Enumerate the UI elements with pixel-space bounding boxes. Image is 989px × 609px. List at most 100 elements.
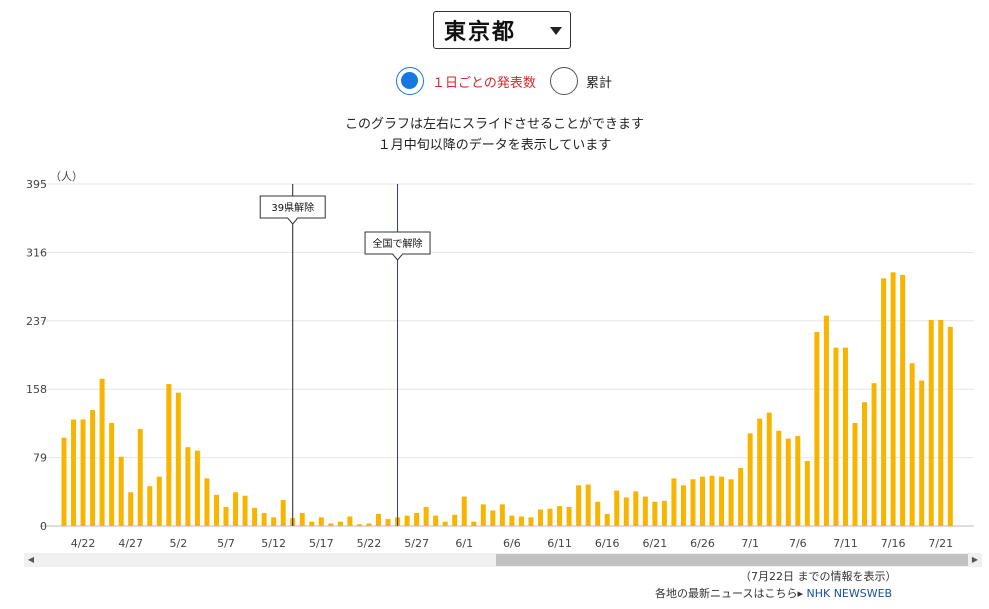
data-bar: [318, 517, 324, 526]
data-bar: [614, 490, 620, 526]
data-bar: [833, 347, 839, 526]
data-bar: [566, 506, 572, 526]
data-bar: [204, 478, 210, 526]
data-bar: [423, 506, 429, 526]
x-tick-label: 5/12: [261, 537, 286, 550]
data-bar: [814, 332, 820, 526]
data-bar: [538, 509, 543, 526]
data-bar: [213, 494, 219, 526]
y-tick-label: 0: [40, 520, 47, 533]
data-bar: [147, 486, 153, 526]
data-bar: [356, 524, 362, 526]
annotation-label: 39県解除: [271, 201, 314, 214]
data-bar: [175, 392, 181, 526]
data-bar: [490, 510, 496, 526]
data-bar: [709, 475, 715, 526]
data-bar: [499, 504, 505, 526]
data-bar: [881, 278, 887, 526]
data-bar: [194, 450, 200, 526]
data-bar: [347, 516, 353, 526]
data-bar: [452, 514, 458, 526]
data-bar: [385, 519, 391, 526]
scrollbar-thumb[interactable]: [496, 554, 968, 566]
data-bar: [728, 479, 734, 526]
data-bar: [719, 476, 725, 526]
range-note: １月中旬以降のデータを表示しています: [377, 138, 612, 153]
slide-note: このグラフは左右にスライドさせることができます: [344, 117, 644, 132]
data-bar: [137, 429, 143, 526]
x-tick-label: 7/21: [928, 537, 953, 550]
data-bar: [242, 495, 248, 526]
daily-cases-bar-chart[interactable]: 39県解除全国で解除 0 79 158 237 316 395 4/22 4/27 5/2 5/…: [0, 165, 989, 555]
radio-cumulative[interactable]: 累計: [550, 67, 612, 95]
radio-selected-icon[interactable]: [396, 67, 424, 95]
x-tick-label: 5/2: [170, 537, 188, 550]
x-tick-label: 7/1: [741, 537, 759, 550]
radio-cumulative-label: 累計: [586, 75, 613, 91]
data-bar: [700, 476, 706, 526]
data-bar: [747, 433, 753, 526]
data-bar: [128, 492, 134, 526]
prefecture-select-value: 東京都: [444, 20, 517, 45]
data-bar: [757, 418, 763, 526]
data-bar: [252, 507, 258, 526]
nhk-newsweb-link[interactable]: NHK NEWSWEB: [806, 587, 892, 600]
radio-unselected-icon[interactable]: [550, 67, 578, 95]
data-bar: [61, 437, 67, 526]
scroll-right-icon[interactable]: ▶: [968, 553, 982, 567]
data-bar: [900, 274, 906, 526]
data-bar: [233, 492, 239, 526]
x-tick-label: 6/11: [547, 537, 572, 550]
data-bar: [585, 484, 591, 526]
data-bar: [671, 478, 677, 526]
x-tick-label: 6/6: [503, 537, 521, 550]
x-tick-label: 6/16: [595, 537, 620, 550]
data-bar: [375, 513, 381, 526]
y-tick-label: 395: [26, 178, 47, 191]
radio-daily[interactable]: １日ごとの発表数: [396, 67, 536, 95]
radio-daily-label: １日ごとの発表数: [432, 75, 536, 91]
data-bar: [547, 508, 553, 526]
chevron-down-icon: [550, 27, 562, 35]
data-bar: [938, 319, 944, 526]
data-bar: [309, 521, 315, 526]
data-bar: [518, 516, 524, 526]
data-bar: [528, 517, 534, 526]
chart-horizontal-scrollbar[interactable]: ◀ ▶: [24, 553, 982, 567]
data-bar: [471, 521, 477, 526]
data-bar: [90, 409, 96, 526]
x-tick-label: 6/1: [455, 537, 473, 550]
data-bar: [766, 412, 772, 526]
data-bar: [595, 501, 601, 526]
data-bar: [271, 517, 277, 526]
data-bar: [118, 456, 124, 526]
data-bar: [328, 523, 334, 526]
data-bar: [557, 506, 563, 526]
data-bar: [919, 380, 925, 526]
x-tick-label: 5/7: [217, 537, 235, 550]
data-bar: [623, 497, 629, 526]
prefecture-select[interactable]: 東京都: [433, 11, 571, 49]
data-bar: [795, 435, 801, 526]
data-date-note: （7月22日 までの情報を表示）: [740, 570, 897, 583]
news-footer: 各地の最新ニュースはこちら▸ NHK NEWSWEB: [655, 585, 892, 601]
data-bar: [80, 419, 86, 526]
data-bar: [404, 515, 410, 526]
data-bar: [99, 378, 105, 526]
data-bar: [604, 513, 610, 526]
scroll-left-icon[interactable]: ◀: [24, 553, 38, 567]
data-bar: [661, 500, 667, 526]
data-bar: [337, 521, 343, 526]
data-bar: [652, 501, 658, 526]
data-bar: [680, 485, 686, 526]
x-tick-label: 5/22: [357, 537, 382, 550]
y-tick-label: 158: [26, 383, 47, 396]
data-bar: [280, 500, 286, 526]
data-bar: [871, 383, 877, 526]
y-tick-label: 316: [26, 246, 47, 259]
data-bar: [461, 496, 467, 526]
data-bar: [442, 521, 448, 526]
data-bar: [509, 515, 515, 526]
data-bar: [776, 430, 782, 526]
data-bar: [804, 461, 810, 526]
